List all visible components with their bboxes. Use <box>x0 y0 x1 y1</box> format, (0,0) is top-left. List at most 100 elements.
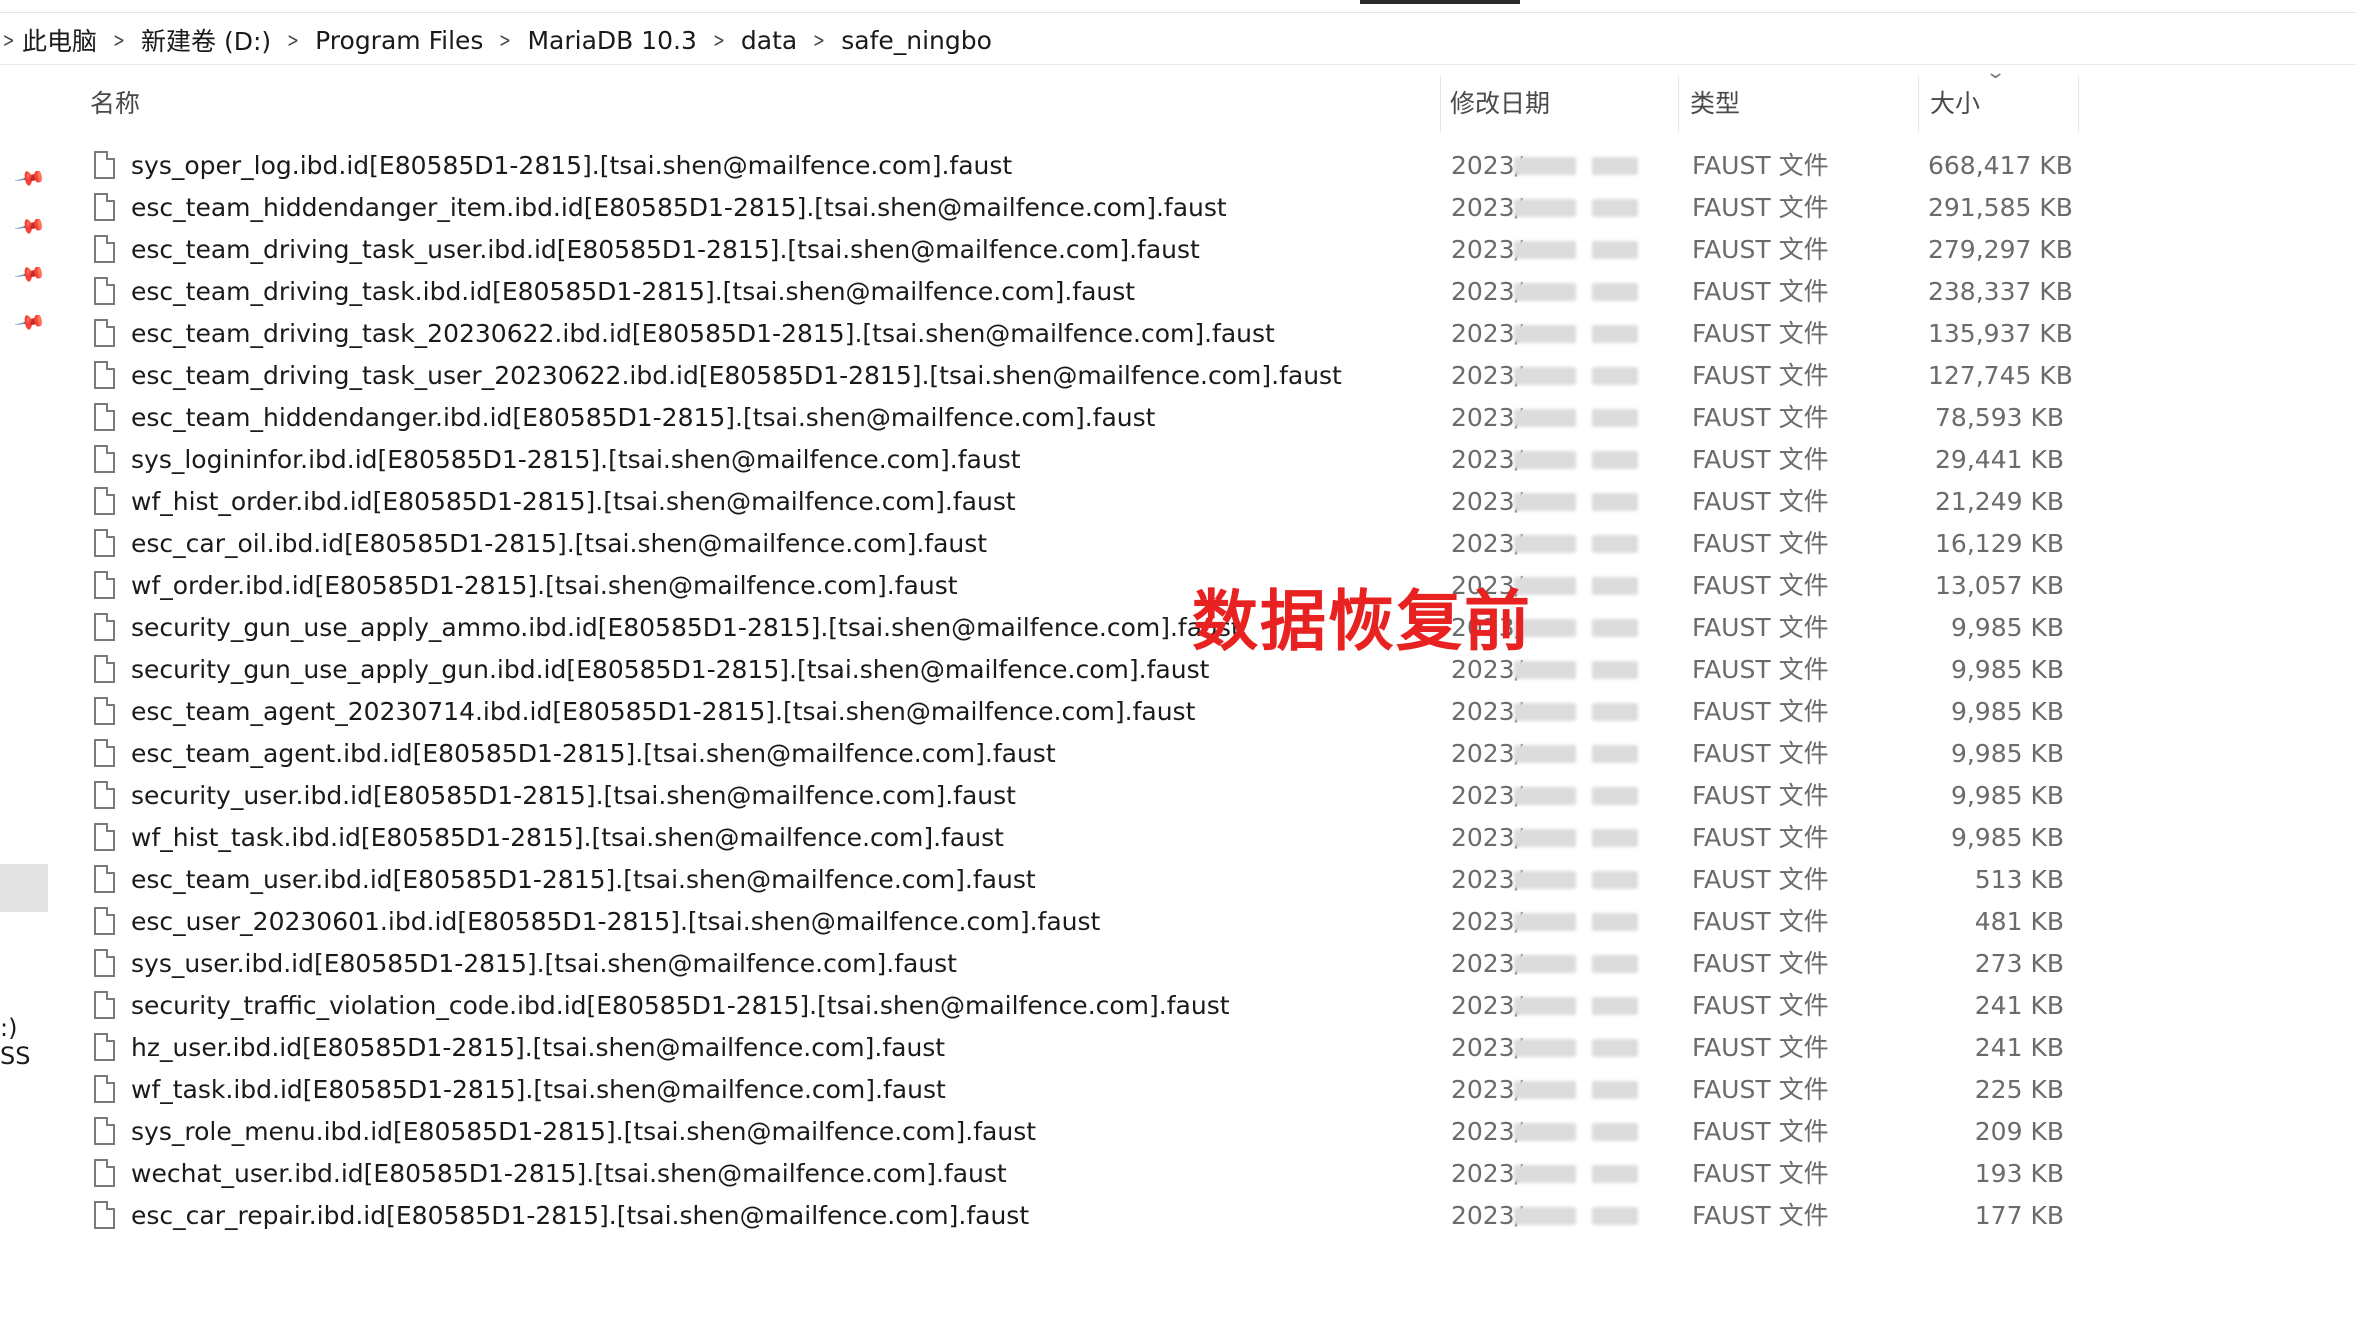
redacted-date-part <box>1514 1123 1576 1141</box>
breadcrumb-item-mariadb[interactable]: MariaDB 10.3 <box>523 26 700 55</box>
file-row[interactable]: esc_team_user.ibd.id[E80585D1-2815].[tsa… <box>0 859 2100 901</box>
redacted-time-part <box>1592 1207 1638 1225</box>
file-name[interactable]: esc_team_agent_20230714.ibd.id[E80585D1-… <box>131 691 1195 733</box>
file-size: 78,593 KB <box>1935 403 2064 432</box>
chevron-right-icon[interactable]: > <box>3 28 16 52</box>
file-name[interactable]: wf_order.ibd.id[E80585D1-2815].[tsai.she… <box>131 565 958 607</box>
file-size: 273 KB <box>1974 949 2064 978</box>
file-row[interactable]: sys_logininfor.ibd.id[E80585D1-2815].[ts… <box>0 439 2100 481</box>
file-size: 241 KB <box>1974 1033 2064 1062</box>
file-name[interactable]: esc_team_driving_task.ibd.id[E80585D1-28… <box>131 271 1135 313</box>
file-name[interactable]: security_gun_use_apply_gun.ibd.id[E80585… <box>131 649 1209 691</box>
file-modified-date: 2023/ <box>1451 487 1524 516</box>
column-divider[interactable] <box>1440 76 1441 132</box>
file-row[interactable]: esc_team_driving_task.ibd.id[E80585D1-28… <box>0 271 2100 313</box>
file-name[interactable]: wf_hist_task.ibd.id[E80585D1-2815].[tsai… <box>131 817 1004 859</box>
redacted-time-part <box>1592 1081 1638 1099</box>
chevron-right-icon[interactable]: > <box>706 28 731 52</box>
file-type: FAUST 文件 <box>1692 193 1829 222</box>
column-header-date[interactable]: 修改日期 <box>1450 76 1550 132</box>
column-divider[interactable] <box>2078 76 2079 132</box>
file-row[interactable]: esc_car_repair.ibd.id[E80585D1-2815].[ts… <box>0 1195 2100 1237</box>
file-icon <box>94 361 115 389</box>
file-row[interactable]: esc_team_driving_task_user.ibd.id[E80585… <box>0 229 2100 271</box>
active-tab-indicator <box>1360 0 1520 4</box>
file-type: FAUST 文件 <box>1692 235 1829 264</box>
file-row[interactable]: wf_order.ibd.id[E80585D1-2815].[tsai.she… <box>0 565 2100 607</box>
file-name[interactable]: sys_logininfor.ibd.id[E80585D1-2815].[ts… <box>131 439 1021 481</box>
file-name[interactable]: esc_user_20230601.ibd.id[E80585D1-2815].… <box>131 901 1100 943</box>
file-row[interactable]: esc_car_oil.ibd.id[E80585D1-2815].[tsai.… <box>0 523 2100 565</box>
redacted-time-part <box>1592 703 1638 721</box>
file-type: FAUST 文件 <box>1692 1117 1829 1146</box>
file-name[interactable]: wf_task.ibd.id[E80585D1-2815].[tsai.shen… <box>131 1069 946 1111</box>
file-name[interactable]: esc_team_hiddendanger_item.ibd.id[E80585… <box>131 187 1227 229</box>
breadcrumb-item-this-pc[interactable]: 此电脑 <box>18 22 101 58</box>
file-name[interactable]: esc_team_hiddendanger.ibd.id[E80585D1-28… <box>131 397 1155 439</box>
file-row[interactable]: security_gun_use_apply_gun.ibd.id[E80585… <box>0 649 2100 691</box>
redacted-date-part <box>1514 367 1576 385</box>
file-row[interactable]: wf_hist_task.ibd.id[E80585D1-2815].[tsai… <box>0 817 2100 859</box>
file-row[interactable]: security_traffic_violation_code.ibd.id[E… <box>0 985 2100 1027</box>
chevron-right-icon[interactable]: > <box>106 28 131 52</box>
file-name[interactable]: sys_user.ibd.id[E80585D1-2815].[tsai.she… <box>131 943 957 985</box>
column-header-size[interactable]: 大小 <box>1930 76 1980 132</box>
file-modified-date: 2023/ <box>1451 529 1524 558</box>
file-name[interactable]: wf_hist_order.ibd.id[E80585D1-2815].[tsa… <box>131 481 1016 523</box>
file-modified-date: 2023/ <box>1451 193 1524 222</box>
file-name[interactable]: hz_user.ibd.id[E80585D1-2815].[tsai.shen… <box>131 1027 945 1069</box>
column-header-type[interactable]: 类型 <box>1690 76 1740 132</box>
breadcrumb-item-program-files[interactable]: Program Files <box>311 26 487 55</box>
file-row[interactable]: esc_team_driving_task_user_20230622.ibd.… <box>0 355 2100 397</box>
file-row[interactable]: wf_task.ibd.id[E80585D1-2815].[tsai.shen… <box>0 1069 2100 1111</box>
file-row[interactable]: security_user.ibd.id[E80585D1-2815].[tsa… <box>0 775 2100 817</box>
file-size: 29,441 KB <box>1935 445 2064 474</box>
redacted-time-part <box>1592 577 1638 595</box>
file-icon <box>94 277 115 305</box>
file-size: 177 KB <box>1974 1201 2064 1230</box>
file-icon <box>94 487 115 515</box>
file-row[interactable]: wechat_user.ibd.id[E80585D1-2815].[tsai.… <box>0 1153 2100 1195</box>
file-row[interactable]: esc_team_agent.ibd.id[E80585D1-2815].[ts… <box>0 733 2100 775</box>
redacted-time-part <box>1592 451 1638 469</box>
chevron-right-icon[interactable]: > <box>281 28 306 52</box>
breadcrumb[interactable]: > 此电脑 > 新建卷 (D:) > Program Files > Maria… <box>0 16 2356 65</box>
file-row[interactable]: hz_user.ibd.id[E80585D1-2815].[tsai.shen… <box>0 1027 2100 1069</box>
file-row[interactable]: esc_user_20230601.ibd.id[E80585D1-2815].… <box>0 901 2100 943</box>
breadcrumb-item-safe-ningbo[interactable]: safe_ningbo <box>837 26 996 55</box>
file-type: FAUST 文件 <box>1692 1075 1829 1104</box>
file-name[interactable]: wechat_user.ibd.id[E80585D1-2815].[tsai.… <box>131 1153 1007 1195</box>
file-row[interactable]: esc_team_agent_20230714.ibd.id[E80585D1-… <box>0 691 2100 733</box>
file-row[interactable]: esc_team_hiddendanger.ibd.id[E80585D1-28… <box>0 397 2100 439</box>
breadcrumb-item-drive-d[interactable]: 新建卷 (D:) <box>137 22 275 58</box>
chevron-right-icon[interactable]: > <box>807 28 832 52</box>
file-name[interactable]: security_traffic_violation_code.ibd.id[E… <box>131 985 1230 1027</box>
file-name[interactable]: esc_team_driving_task_user.ibd.id[E80585… <box>131 229 1200 271</box>
file-name[interactable]: security_gun_use_apply_ammo.ibd.id[E8058… <box>131 607 1241 649</box>
file-row[interactable]: sys_oper_log.ibd.id[E80585D1-2815].[tsai… <box>0 145 2100 187</box>
file-row[interactable]: security_gun_use_apply_ammo.ibd.id[E8058… <box>0 607 2100 649</box>
column-header-name[interactable]: 名称 <box>90 76 140 132</box>
file-name[interactable]: sys_oper_log.ibd.id[E80585D1-2815].[tsai… <box>131 145 1012 187</box>
column-divider[interactable] <box>1918 76 1919 132</box>
file-type: FAUST 文件 <box>1692 361 1829 390</box>
breadcrumb-item-data[interactable]: data <box>737 26 801 55</box>
redacted-date-part <box>1514 787 1576 805</box>
file-row[interactable]: sys_role_menu.ibd.id[E80585D1-2815].[tsa… <box>0 1111 2100 1153</box>
file-name[interactable]: sys_role_menu.ibd.id[E80585D1-2815].[tsa… <box>131 1111 1036 1153</box>
file-name[interactable]: esc_team_agent.ibd.id[E80585D1-2815].[ts… <box>131 733 1056 775</box>
file-name[interactable]: esc_car_repair.ibd.id[E80585D1-2815].[ts… <box>131 1195 1029 1237</box>
file-row[interactable]: esc_team_driving_task_20230622.ibd.id[E8… <box>0 313 2100 355</box>
file-row[interactable]: esc_team_hiddendanger_item.ibd.id[E80585… <box>0 187 2100 229</box>
file-name[interactable]: esc_team_user.ibd.id[E80585D1-2815].[tsa… <box>131 859 1036 901</box>
file-row[interactable]: sys_user.ibd.id[E80585D1-2815].[tsai.she… <box>0 943 2100 985</box>
file-name[interactable]: esc_team_driving_task_user_20230622.ibd.… <box>131 355 1342 397</box>
column-divider[interactable] <box>1678 76 1679 132</box>
file-name[interactable]: esc_car_oil.ibd.id[E80585D1-2815].[tsai.… <box>131 523 987 565</box>
chevron-right-icon[interactable]: > <box>493 28 518 52</box>
file-size: 9,985 KB <box>1950 781 2064 810</box>
file-name[interactable]: security_user.ibd.id[E80585D1-2815].[tsa… <box>131 775 1016 817</box>
file-size: 135,937 KB <box>1928 319 2073 348</box>
file-row[interactable]: wf_hist_order.ibd.id[E80585D1-2815].[tsa… <box>0 481 2100 523</box>
file-name[interactable]: esc_team_driving_task_20230622.ibd.id[E8… <box>131 313 1275 355</box>
